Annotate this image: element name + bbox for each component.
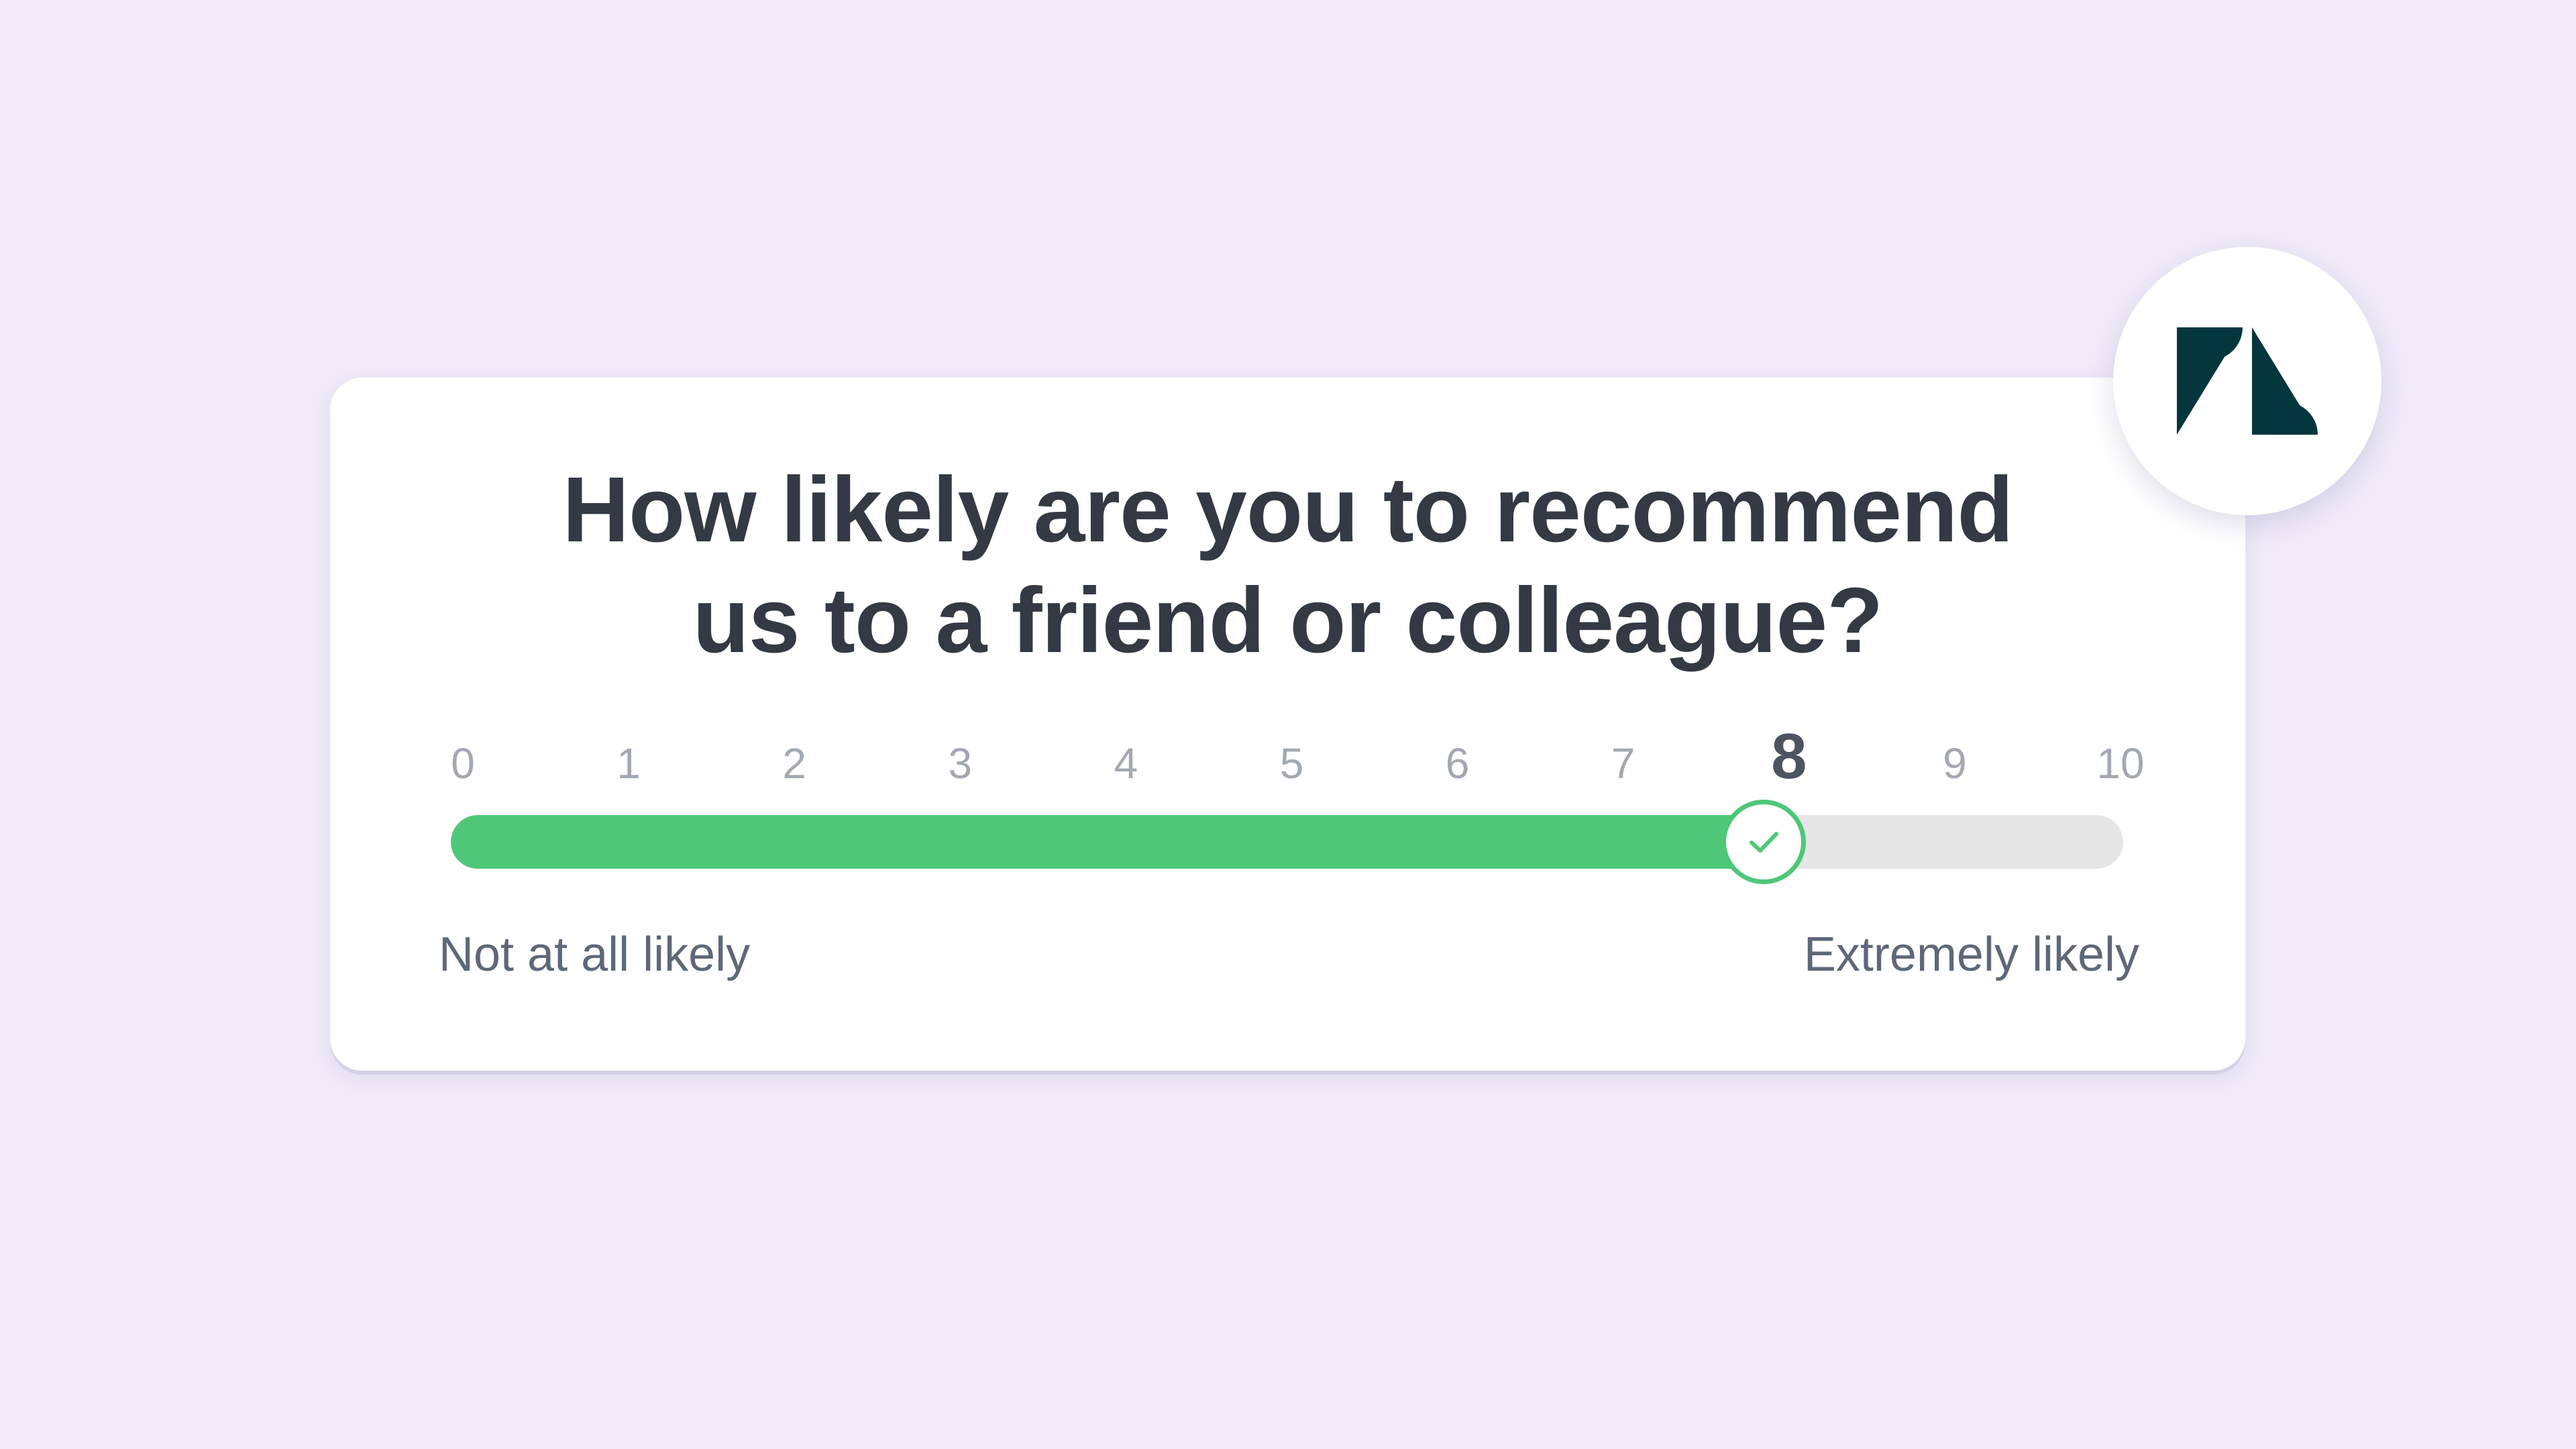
scale-number-6[interactable]: 6 [1391,740,1525,787]
nps-slider-fill [451,815,1764,869]
scale-number-0[interactable]: 0 [396,740,530,787]
scale-number-5[interactable]: 5 [1225,740,1359,787]
scale-number-4[interactable]: 4 [1059,740,1193,787]
low-end-label: Not at all likely [439,928,751,981]
scale-number-8[interactable]: 8 [1722,723,1856,790]
nps-survey-card: How likely are you to recommend us to a … [330,378,2245,1071]
high-end-label: Extremely likely [1803,928,2139,981]
scale-number-3[interactable]: 3 [893,740,1027,787]
nps-slider-thumb[interactable] [1721,800,1806,884]
nps-slider-track[interactable] [451,815,2123,869]
scale-number-1[interactable]: 1 [561,740,696,787]
scale-number-2[interactable]: 2 [727,740,861,787]
checkmark-icon [1750,832,1778,853]
scale-number-7[interactable]: 7 [1556,740,1690,787]
scale-number-9[interactable]: 9 [1888,740,2022,787]
zendesk-logo-icon [2177,327,2318,435]
brand-logo-badge [2113,247,2381,515]
scale-number-10[interactable]: 10 [2053,740,2188,787]
